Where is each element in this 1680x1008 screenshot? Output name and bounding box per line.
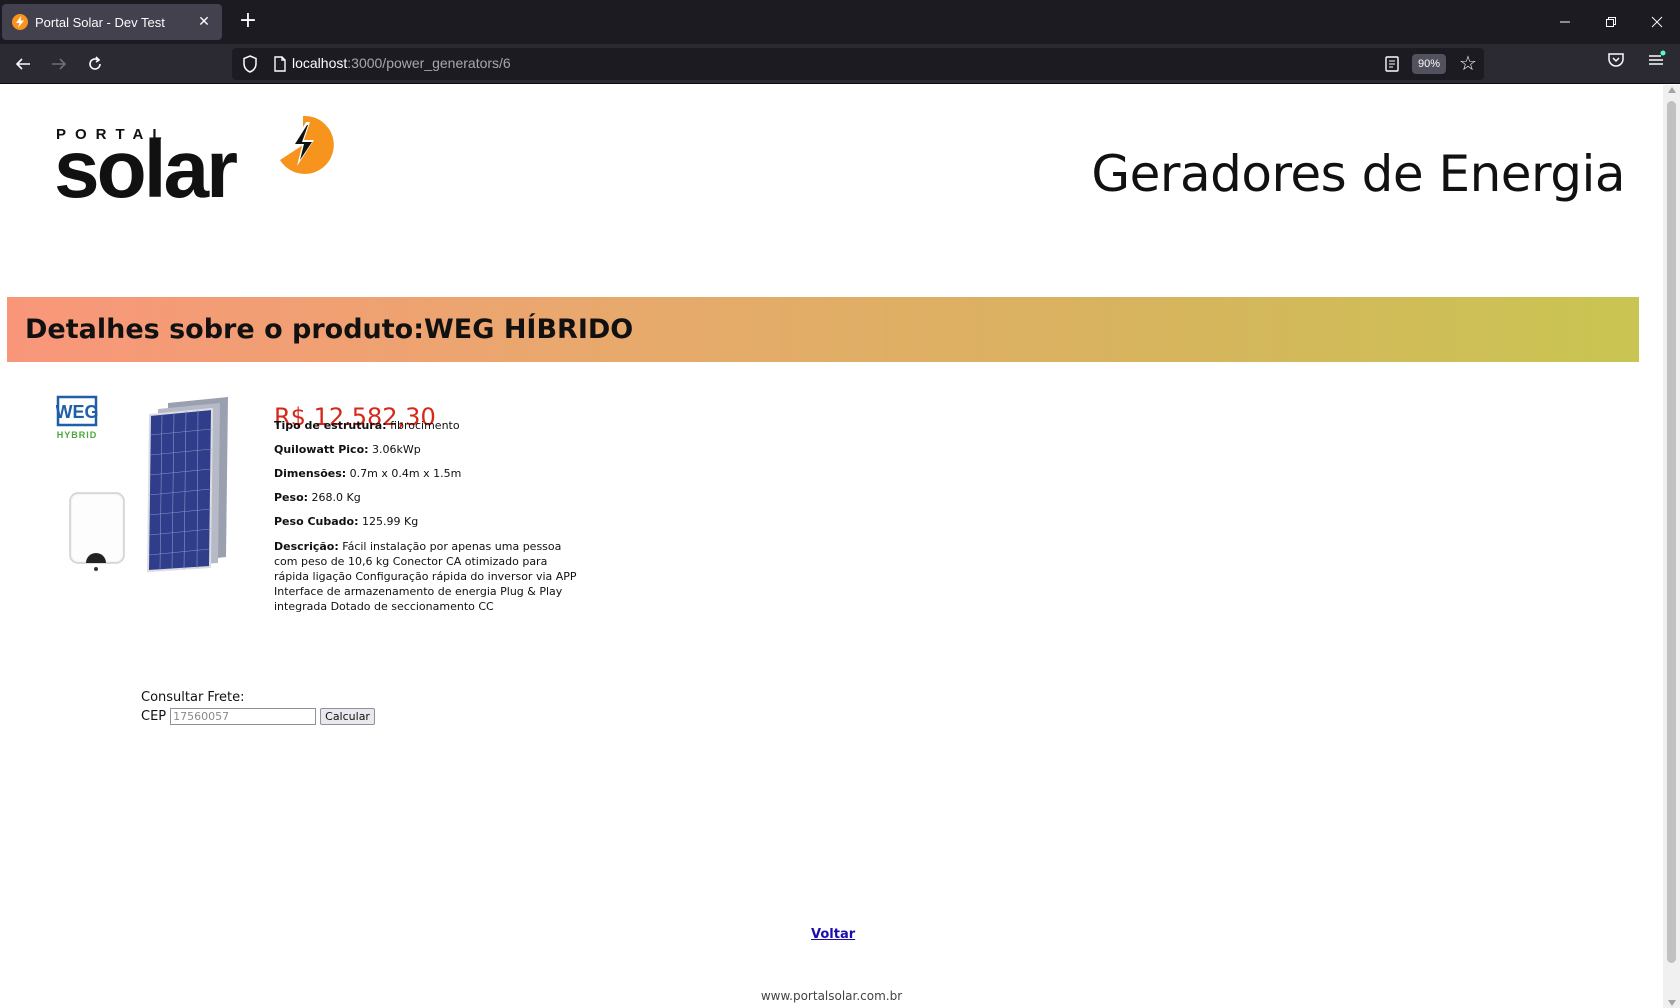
weg-brand-logo: WEG HYBRID <box>56 395 99 440</box>
tab-close-icon[interactable]: ✕ <box>196 14 212 30</box>
address-bar[interactable]: localhost:3000/power_generators/6 90% ☆ <box>232 48 1484 80</box>
spec-structure-type: Tipo de estrutura: fibrocimento <box>274 419 460 432</box>
footer-site-url: www.portalsolar.com.br <box>760 989 903 1003</box>
reload-icon[interactable] <box>81 50 109 78</box>
page-info-icon[interactable] <box>270 54 290 74</box>
app-menu-icon[interactable] <box>1646 50 1666 70</box>
close-window-icon[interactable] <box>1634 0 1680 44</box>
minimize-window-icon[interactable] <box>1542 0 1588 44</box>
inverter-image <box>69 492 125 571</box>
svg-text:WEG: WEG <box>56 402 99 422</box>
product-title: Detalhes sobre o produto:WEG HÍBRIDO <box>25 314 634 345</box>
spec-dimensions: Dimensões: 0.7m x 0.4m x 1.5m <box>274 467 462 480</box>
product-banner: Detalhes sobre o produto:WEG HÍBRIDO <box>7 297 1639 362</box>
spec-weight: Peso: 268.0 Kg <box>274 491 361 504</box>
bookmark-star-icon[interactable]: ☆ <box>1456 51 1480 75</box>
product-image: WEG HYBRID <box>56 395 228 573</box>
logo-solar-text: solar <box>54 124 238 215</box>
portal-solar-logo[interactable]: PORTAL solar <box>54 115 346 211</box>
page-title: Geradores de Energia <box>1091 145 1625 203</box>
tracking-protection-shield-icon[interactable] <box>240 54 260 74</box>
portal-solar-favicon-icon <box>12 14 28 30</box>
page-scrollbar[interactable] <box>1663 85 1680 1008</box>
back-arrow-icon[interactable] <box>9 50 37 78</box>
new-tab-button[interactable]: + <box>234 8 262 36</box>
sun-bolt-icon <box>280 115 334 174</box>
browser-nav-bar: localhost:3000/power_generators/6 90% ☆ <box>0 44 1680 84</box>
scroll-up-arrow-icon[interactable] <box>1668 87 1676 93</box>
page-viewport: PORTAL solar Geradores de Energia Detalh… <box>0 85 1663 1008</box>
cep-input[interactable] <box>170 708 317 725</box>
svg-text:HYBRID: HYBRID <box>57 430 98 440</box>
scroll-down-arrow-icon[interactable] <box>1668 1000 1676 1006</box>
calculate-freight-button[interactable]: Calcular <box>320 708 375 725</box>
pocket-icon[interactable] <box>1606 50 1626 70</box>
forward-arrow-icon[interactable] <box>45 50 73 78</box>
browser-tab[interactable]: Portal Solar - Dev Test ✕ <box>2 4 222 40</box>
back-link[interactable]: Voltar <box>811 927 855 942</box>
spec-kilowatt-peak: Quilowatt Pico: 3.06kWp <box>274 443 421 456</box>
solar-panels-image <box>146 397 228 573</box>
freight-title: Consultar Frete: <box>141 690 245 705</box>
scrollbar-thumb[interactable] <box>1667 101 1676 963</box>
reader-view-icon[interactable] <box>1382 54 1402 74</box>
tab-title: Portal Solar - Dev Test <box>35 14 165 30</box>
zoom-level-badge[interactable]: 90% <box>1412 54 1447 74</box>
cep-label: CEP <box>141 709 167 724</box>
restore-window-icon[interactable] <box>1588 0 1634 44</box>
cep-form: CEP Calcular <box>141 708 375 725</box>
spec-cubed-weight: Peso Cubado: 125.99 Kg <box>274 515 419 528</box>
browser-tab-bar: Portal Solar - Dev Test ✕ + <box>0 0 1680 44</box>
url-text[interactable]: localhost:3000/power_generators/6 <box>292 55 511 71</box>
product-description: Descrição: Fácil instalação por apenas u… <box>274 540 577 613</box>
